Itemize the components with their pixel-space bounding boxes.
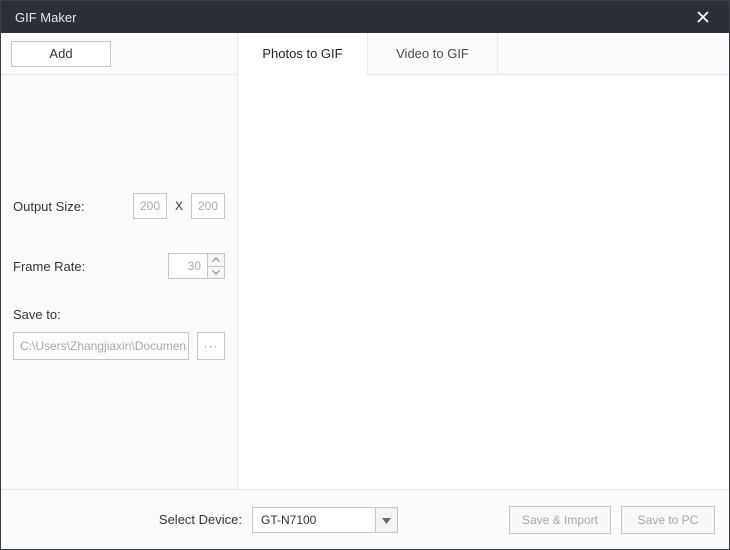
save-to-pc-button[interactable]: Save to PC bbox=[621, 506, 715, 534]
close-button[interactable] bbox=[687, 1, 719, 33]
save-and-import-button[interactable]: Save & Import bbox=[509, 506, 611, 534]
caret-down-icon bbox=[382, 512, 391, 527]
tabs: Photos to GIF Video to GIF bbox=[238, 33, 729, 75]
frame-rate-input[interactable] bbox=[168, 253, 208, 279]
save-to-label: Save to: bbox=[13, 307, 225, 322]
save-path-field[interactable]: C:\Users\Zhangjiaxin\Documen bbox=[13, 332, 189, 360]
ellipsis-icon: ··· bbox=[204, 339, 219, 353]
sidebar: Add Output Size: X Frame Rate: bbox=[1, 33, 238, 489]
tab-photos-to-gif[interactable]: Photos to GIF bbox=[238, 33, 368, 75]
frame-rate-row: Frame Rate: bbox=[13, 253, 225, 279]
size-separator: X bbox=[175, 199, 183, 213]
stepper-down-button[interactable] bbox=[208, 267, 224, 279]
output-size-label: Output Size: bbox=[13, 199, 85, 214]
gif-maker-window: GIF Maker Add Output Size: X bbox=[0, 0, 730, 550]
browse-button[interactable]: ··· bbox=[197, 332, 225, 360]
device-select[interactable]: GT-N7100 bbox=[252, 507, 398, 533]
chevron-up-icon bbox=[212, 257, 220, 262]
add-area: Add bbox=[1, 33, 237, 75]
main-area: Add Output Size: X Frame Rate: bbox=[1, 33, 729, 489]
output-size-row: Output Size: X bbox=[13, 193, 225, 219]
output-width-input[interactable] bbox=[133, 193, 167, 219]
close-icon bbox=[697, 7, 709, 28]
titlebar: GIF Maker bbox=[1, 1, 729, 33]
preview-canvas bbox=[238, 75, 729, 489]
add-button[interactable]: Add bbox=[11, 41, 111, 67]
footer: Select Device: GT-N7100 Save & Import Sa… bbox=[1, 489, 729, 549]
output-height-input[interactable] bbox=[191, 193, 225, 219]
select-device-label: Select Device: bbox=[15, 512, 252, 527]
device-selected-value: GT-N7100 bbox=[253, 508, 375, 532]
frame-rate-label: Frame Rate: bbox=[13, 259, 85, 274]
window-title: GIF Maker bbox=[15, 10, 687, 25]
content-area: Photos to GIF Video to GIF bbox=[238, 33, 729, 489]
save-to-section: Save to: C:\Users\Zhangjiaxin\Documen ··… bbox=[13, 307, 225, 360]
tab-video-to-gif[interactable]: Video to GIF bbox=[368, 33, 498, 74]
chevron-down-icon bbox=[212, 270, 220, 275]
frame-rate-stepper bbox=[208, 253, 225, 279]
device-select-caret bbox=[375, 508, 397, 532]
stepper-up-button[interactable] bbox=[208, 254, 224, 267]
